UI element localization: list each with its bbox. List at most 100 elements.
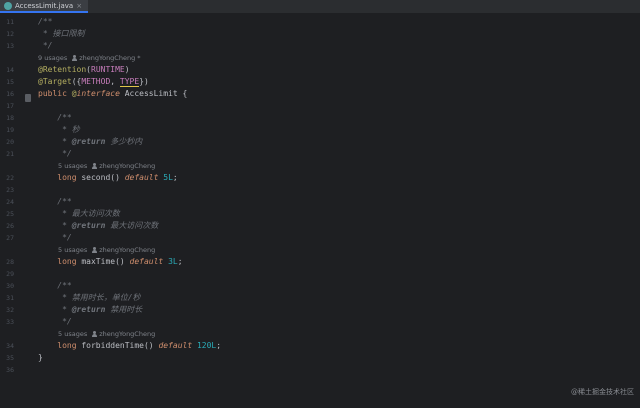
code-token: METHOD	[81, 77, 111, 86]
code-line[interactable]: */	[38, 316, 72, 328]
java-interface-icon	[4, 1, 12, 10]
code-token: * 禁用时长，单位/秒	[38, 293, 141, 302]
code-line[interactable]: */	[38, 148, 72, 160]
line-number: 24	[6, 198, 14, 206]
code-token: RUNTIME	[91, 65, 125, 74]
code-line[interactable]: * 最大访问次数	[38, 208, 120, 220]
line-number: 27	[6, 234, 14, 242]
author-icon	[72, 55, 78, 61]
code-token: long	[38, 341, 82, 350]
line-number: 35	[6, 354, 14, 362]
code-line[interactable]: long second() default 5L;	[38, 172, 177, 184]
code-token: ;	[216, 341, 222, 350]
code-token: 最大访问次数	[105, 221, 159, 230]
code-token: 5L	[163, 173, 173, 182]
code-token: */	[38, 233, 72, 242]
code-token: @return	[71, 305, 106, 314]
usages-hint[interactable]: 5 usages zhengYongCheng	[58, 244, 155, 256]
code-token: */	[38, 317, 72, 326]
code-area[interactable]: /** * 接口限制 */ 9 usages zhengYongCheng * @Re…	[32, 14, 640, 408]
code-token: ,	[110, 77, 120, 86]
code-line[interactable]: * 接口限制	[38, 28, 85, 40]
code-line[interactable]: /**	[38, 16, 52, 28]
code-token: /**	[38, 17, 53, 26]
tab-label: AccessLimit.java	[15, 1, 74, 10]
line-number: 11	[6, 18, 14, 26]
line-number: 19	[6, 126, 14, 134]
author-name[interactable]: zhengYongCheng *	[79, 54, 140, 62]
line-number: 22	[6, 174, 14, 182]
line-number: 33	[6, 318, 14, 326]
author-name[interactable]: zhengYongCheng	[99, 330, 155, 338]
code-line[interactable]: */	[38, 40, 53, 52]
code-token: })	[139, 77, 149, 86]
code-token: *	[38, 137, 72, 146]
line-number: 30	[6, 282, 14, 290]
code-token: long	[38, 173, 82, 182]
code-token: 多少秒内	[105, 137, 143, 146]
author-name[interactable]: zhengYongCheng	[99, 246, 155, 254]
close-icon[interactable]: ×	[76, 2, 82, 10]
usages-count[interactable]: 5 usages	[58, 330, 87, 338]
usages-count[interactable]: 5 usages	[58, 162, 87, 170]
line-number: 36	[6, 366, 14, 374]
code-token: maxTime	[81, 257, 116, 266]
code-token: default	[129, 257, 169, 266]
code-line[interactable]: /**	[38, 196, 72, 208]
code-line[interactable]: * @return 禁用时长	[38, 304, 142, 316]
code-line[interactable]: @Retention(RUNTIME)	[38, 64, 130, 76]
code-token: interface	[76, 89, 125, 98]
code-token: /**	[38, 281, 72, 290]
line-number: 29	[6, 270, 14, 278]
code-line[interactable]: * 禁用时长，单位/秒	[38, 292, 141, 304]
author-name[interactable]: zhengYongCheng	[99, 162, 155, 170]
code-token: * 接口限制	[38, 29, 85, 38]
code-token: /**	[38, 197, 72, 206]
code-token: */	[38, 41, 53, 50]
code-token: }	[38, 353, 43, 362]
line-number: 21	[6, 150, 14, 158]
code-line[interactable]: /**	[38, 112, 72, 124]
tab-accesslimit-java[interactable]: AccessLimit.java ×	[0, 0, 89, 13]
code-line[interactable]: * @return 最大访问次数	[38, 220, 158, 232]
code-line[interactable]: public @interface AccessLimit {	[38, 88, 187, 100]
code-line[interactable]: * 秒	[38, 124, 80, 136]
editor-tab-bar: AccessLimit.java ×	[0, 0, 640, 14]
line-number: 20	[6, 138, 14, 146]
code-token: 120L	[196, 341, 217, 350]
code-line[interactable]: /**	[38, 280, 72, 292]
code-token: @return	[71, 221, 106, 230]
usages-count[interactable]: 9 usages	[38, 54, 67, 62]
line-number: 12	[6, 30, 14, 38]
line-number: 32	[6, 306, 14, 314]
author-icon	[92, 163, 98, 169]
line-number: 17	[6, 102, 14, 110]
author-icon	[92, 247, 98, 253]
code-line[interactable]: long forbiddenTime() default 120L;	[38, 340, 221, 352]
usages-hint[interactable]: 5 usages zhengYongCheng	[58, 328, 155, 340]
code-line[interactable]: * @return 多少秒内	[38, 136, 142, 148]
line-number-gutter: 11 12 13 14 15 16 17 18 19 20 21 22 23 24 25 26 27 28 29 30…	[0, 14, 32, 408]
author-icon	[92, 331, 98, 337]
usages-hint[interactable]: 9 usages zhengYongCheng *	[38, 52, 141, 64]
line-number: 18	[6, 114, 14, 122]
code-token: /**	[38, 113, 72, 122]
code-token: ()	[110, 173, 125, 182]
code-editor[interactable]: 11 12 13 14 15 16 17 18 19 20 21 22 23 24 25 26 27 28 29 30…	[0, 14, 640, 408]
code-token: ({	[71, 77, 82, 86]
usages-hint[interactable]: 5 usages zhengYongCheng	[58, 160, 155, 172]
code-line[interactable]: */	[38, 232, 72, 244]
code-token: public	[38, 89, 72, 98]
intention-bulb-icon[interactable]	[25, 94, 31, 102]
code-token: TYPE	[119, 77, 140, 87]
code-token: *	[38, 305, 72, 314]
code-token: @return	[71, 137, 106, 146]
code-token: ()	[115, 257, 130, 266]
code-line[interactable]: }	[38, 352, 43, 364]
usages-count[interactable]: 5 usages	[58, 246, 87, 254]
code-line[interactable]: @Target({METHOD, TYPE})	[38, 76, 149, 88]
code-line[interactable]: long maxTime() default 3L;	[38, 256, 182, 268]
code-token: )	[124, 65, 130, 74]
code-token: 3L	[168, 257, 178, 266]
code-token: ()	[143, 341, 159, 350]
